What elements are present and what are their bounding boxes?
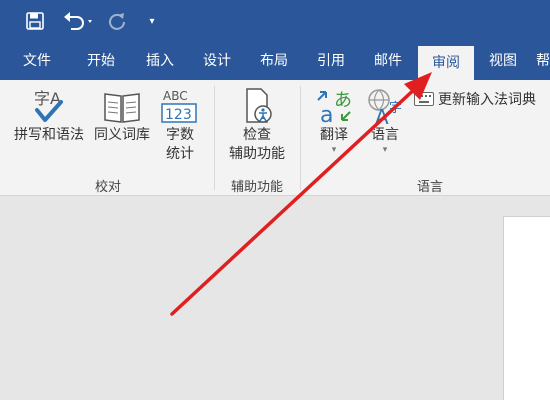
spelling-grammar-button[interactable]: 字A 拼写和语法 <box>8 86 90 145</box>
tab-design[interactable]: 设计 <box>188 42 246 80</box>
svg-text:123: 123 <box>165 107 192 123</box>
spelling-grammar-label: 拼写和语法 <box>14 127 84 143</box>
translate-icon: a あ <box>314 86 354 126</box>
word-count-icon: ABC 123 <box>160 86 200 126</box>
group-label-accessibility: 辅助功能 <box>230 180 283 195</box>
ribbon: 字A 拼写和语法 同义词库 ABC 123 字数 统计 校对 检查 辅助功能 辅… <box>0 80 550 196</box>
spelling-check-icon: 字A <box>29 86 69 126</box>
keyboard-icon <box>414 92 434 106</box>
thesaurus-label: 同义词库 <box>94 127 150 143</box>
redo-icon[interactable] <box>104 8 130 34</box>
tab-review[interactable]: 审阅 <box>418 46 474 80</box>
check-accessibility-button[interactable]: 检查 辅助功能 <box>220 86 294 164</box>
update-ime-dictionary-label: 更新输入法词典 <box>438 92 536 108</box>
language-icon: A 字 <box>365 86 405 126</box>
customize-icon[interactable]: ▾ <box>144 8 160 34</box>
tab-references[interactable]: 引用 <box>302 42 360 80</box>
check-accessibility-line1: 检查 <box>243 127 271 143</box>
language-button[interactable]: A 字 语言 ▾ <box>362 86 408 155</box>
language-dropdown-icon: ▾ <box>382 145 388 155</box>
document-page[interactable] <box>503 216 550 400</box>
word-count-button[interactable]: ABC 123 字数 统计 <box>156 86 204 164</box>
tab-help[interactable]: 帮 <box>536 42 550 80</box>
tab-insert[interactable]: 插入 <box>131 42 189 80</box>
svg-text:あ: あ <box>334 90 352 111</box>
group-separator <box>300 86 301 190</box>
tab-home[interactable]: 开始 <box>72 42 130 80</box>
translate-label: 翻译 <box>320 127 348 143</box>
ribbon-tab-strip: 文件 开始 插入 设计 布局 引用 邮件 审阅 视图 帮 <box>0 42 550 80</box>
save-icon[interactable] <box>22 8 48 34</box>
tab-mailings[interactable]: 邮件 <box>359 42 417 80</box>
word-count-label-line2: 统计 <box>166 146 194 162</box>
word-count-label-line1: 字数 <box>166 127 194 143</box>
thesaurus-button[interactable]: 同义词库 <box>91 86 153 145</box>
language-label: 语言 <box>371 127 399 143</box>
group-separator <box>214 86 215 190</box>
translate-dropdown-icon: ▾ <box>331 145 337 155</box>
group-label-language: 语言 <box>416 180 443 195</box>
tab-file[interactable]: 文件 <box>8 42 66 80</box>
group-label-proofing: 校对 <box>94 180 121 195</box>
update-ime-dictionary-button[interactable]: 更新输入法词典 <box>414 89 536 109</box>
undo-icon[interactable] <box>60 8 96 34</box>
accessibility-check-icon <box>237 86 277 126</box>
svg-text:A: A <box>375 105 389 126</box>
tab-view[interactable]: 视图 <box>476 42 530 80</box>
check-accessibility-line2: 辅助功能 <box>229 146 285 162</box>
svg-text:ABC: ABC <box>163 89 188 103</box>
svg-text:a: a <box>320 103 333 126</box>
svg-text:字: 字 <box>389 101 402 116</box>
book-icon <box>102 86 142 126</box>
translate-button[interactable]: a あ 翻译 ▾ <box>308 86 360 155</box>
title-bar: ▾ <box>0 0 550 42</box>
tab-layout[interactable]: 布局 <box>245 42 303 80</box>
